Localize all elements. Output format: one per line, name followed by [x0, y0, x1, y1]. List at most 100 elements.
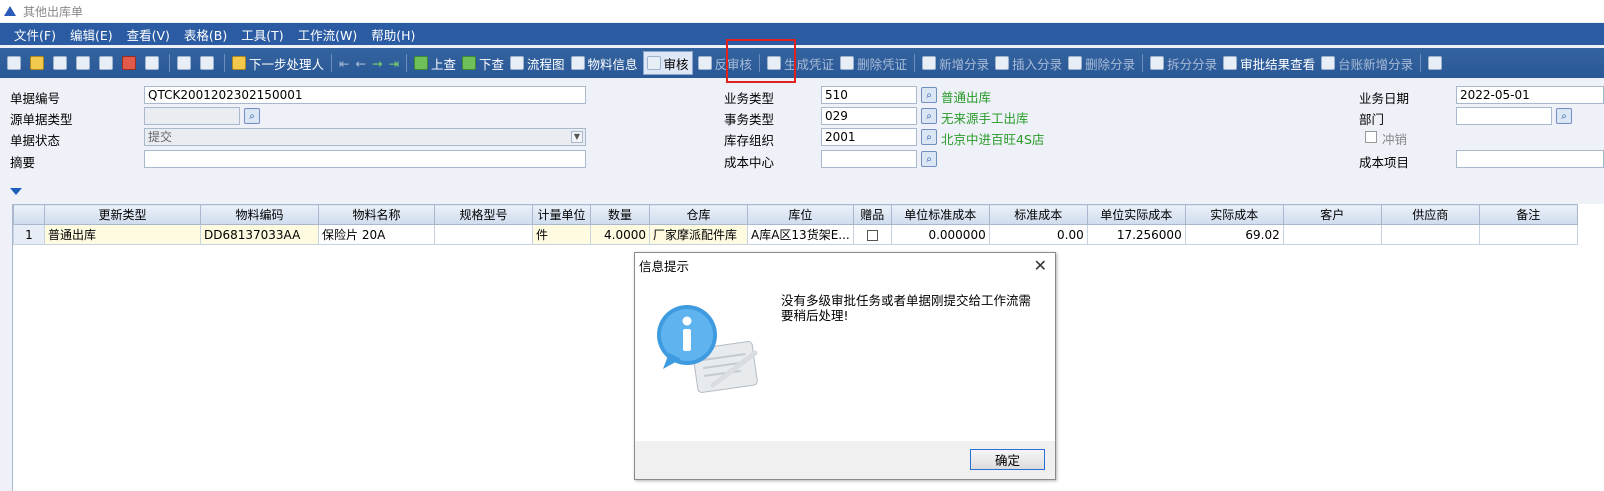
cell-material-code[interactable]: DD68137033AA — [200, 224, 319, 245]
cell-material-name[interactable]: 保险片 20A — [318, 224, 435, 245]
reverse-checkbox[interactable] — [1365, 131, 1377, 143]
col-header[interactable]: 实际成本 — [1184, 204, 1284, 225]
biz-type-lookup-icon[interactable]: ⌕ — [921, 87, 937, 103]
menu-file[interactable]: 文件(F) — [14, 25, 56, 44]
col-header[interactable]: 供应商 — [1380, 204, 1480, 225]
flowchart-button[interactable]: 流程图 — [507, 51, 568, 75]
menu-workflow[interactable]: 工作流(W) — [298, 25, 358, 44]
dept-lookup-icon[interactable]: ⌕ — [1556, 108, 1572, 124]
txn-type-field[interactable]: 029 — [821, 107, 917, 125]
delete-entry-button[interactable]: 删除分录 — [1065, 51, 1138, 75]
print-preview-icon — [200, 56, 214, 70]
audit-result-label: 审批结果查看 — [1240, 56, 1316, 72]
cost-center-lookup-icon[interactable]: ⌕ — [921, 151, 937, 167]
next-handler-button[interactable]: 下一步处理人 — [229, 51, 327, 75]
col-header[interactable]: 备注 — [1478, 204, 1578, 225]
cell-customer[interactable] — [1282, 224, 1382, 245]
menu-help[interactable]: 帮助(H) — [371, 25, 415, 44]
prev-check-button[interactable]: 上查 — [411, 51, 459, 75]
submit-button[interactable] — [73, 51, 96, 75]
unaudit-button[interactable]: 反审核 — [695, 51, 756, 75]
col-header[interactable]: 计量单位 — [532, 204, 591, 225]
col-header[interactable]: 单位标准成本 — [890, 204, 990, 225]
cell-unit-act-cost[interactable]: 17.256000 — [1086, 224, 1186, 245]
table-row[interactable]: 1 普通出库 DD68137033AA 保险片 20A 件 4.0000 厂家摩… — [13, 224, 1578, 245]
col-header[interactable]: 数量 — [590, 204, 650, 225]
last-record-button[interactable]: ⇥ — [385, 51, 401, 75]
ok-button[interactable]: 确定 — [970, 449, 1045, 470]
cell-act-cost[interactable]: 69.02 — [1184, 224, 1284, 245]
split-entry-button[interactable]: 拆分分录 — [1147, 51, 1220, 75]
menu-tools[interactable]: 工具(T) — [241, 25, 283, 44]
close-icon[interactable]: ✕ — [1034, 256, 1047, 275]
dept-field[interactable] — [1456, 107, 1552, 125]
cell-supplier[interactable] — [1380, 224, 1480, 245]
next-record-button[interactable]: → — [369, 51, 385, 75]
cell-qty[interactable]: 4.0000 — [590, 224, 650, 245]
src-type-field[interactable] — [144, 107, 240, 125]
print-button[interactable] — [174, 51, 197, 75]
txn-type-lookup-icon[interactable]: ⌕ — [921, 108, 937, 124]
menu-table[interactable]: 表格(B) — [184, 25, 227, 44]
gift-checkbox[interactable] — [866, 229, 878, 241]
summary-field[interactable] — [144, 150, 586, 168]
doc-no-field[interactable]: QTCK2001202302150001 — [144, 86, 586, 104]
biz-date-field[interactable]: 2022-05-01 — [1456, 86, 1604, 104]
cell-gift[interactable] — [852, 224, 892, 245]
cell-spec[interactable] — [434, 224, 533, 245]
col-header[interactable]: 物料名称 — [318, 204, 435, 225]
next-check-button[interactable]: 下查 — [459, 51, 507, 75]
src-type-lookup-icon[interactable]: ⌕ — [244, 108, 260, 124]
cost-item-field[interactable] — [1456, 150, 1604, 168]
audit-button[interactable]: 审核 — [642, 51, 693, 75]
grid-header-row: 更新类型 物料编码 物料名称 规格型号 计量单位 数量 仓库 库位 赠品 单位标… — [13, 204, 1578, 225]
cell-warehouse[interactable]: 厂家摩派配件库 — [649, 224, 748, 245]
copy-button[interactable] — [96, 51, 119, 75]
row-number-header — [13, 204, 45, 225]
cell-update-type[interactable]: 普通出库 — [44, 224, 201, 245]
submit-icon — [76, 56, 90, 70]
col-header[interactable]: 更新类型 — [44, 204, 201, 225]
save-button[interactable] — [50, 51, 73, 75]
cell-unit[interactable]: 件 — [532, 224, 591, 245]
more-icon — [1428, 56, 1443, 70]
cell-location[interactable]: A库A区13货架E... — [747, 224, 854, 245]
new-button[interactable] — [4, 51, 27, 75]
print-preview-button[interactable] — [197, 51, 220, 75]
cell-std-cost[interactable]: 0.00 — [988, 224, 1088, 245]
audit-result-button[interactable]: 审批结果查看 — [1220, 51, 1318, 75]
menu-edit[interactable]: 编辑(E) — [70, 25, 113, 44]
ledger-add-button[interactable]: 台账新增分录 — [1318, 51, 1416, 75]
col-header[interactable]: 单位实际成本 — [1086, 204, 1186, 225]
cell-unit-std-cost[interactable]: 0.000000 — [890, 224, 990, 245]
stock-org-field[interactable]: 2001 — [821, 128, 917, 146]
prev-record-button[interactable]: ← — [353, 51, 369, 75]
attachment-button[interactable] — [142, 51, 165, 75]
col-header[interactable]: 物料编码 — [200, 204, 319, 225]
col-header[interactable]: 标准成本 — [988, 204, 1088, 225]
add-entry-button[interactable]: 新增分录 — [919, 51, 992, 75]
del-voucher-button[interactable]: 删除凭证 — [837, 51, 910, 75]
chevron-down-icon[interactable]: ▼ — [571, 131, 583, 143]
stock-org-lookup-icon[interactable]: ⌕ — [921, 129, 937, 145]
edit-button[interactable] — [27, 51, 50, 75]
menu-view[interactable]: 查看(V) — [127, 25, 170, 44]
first-record-button[interactable]: ⇤ — [336, 51, 352, 75]
txn-type-name: 无来源手工出库 — [941, 111, 1029, 126]
material-info-button[interactable]: 物料信息 — [568, 51, 641, 75]
col-header[interactable]: 规格型号 — [434, 204, 533, 225]
biz-type-name: 普通出库 — [941, 90, 992, 105]
biz-type-field[interactable]: 510 — [821, 86, 917, 104]
cost-center-field[interactable] — [821, 150, 917, 168]
col-header[interactable]: 客户 — [1282, 204, 1382, 225]
cell-remark[interactable] — [1478, 224, 1578, 245]
col-header[interactable]: 库位 — [747, 204, 854, 225]
insert-entry-button[interactable]: 插入分录 — [992, 51, 1065, 75]
gen-voucher-button[interactable]: 生成凭证 — [764, 51, 837, 75]
collapse-toggle[interactable] — [10, 182, 46, 200]
col-header[interactable]: 赠品 — [852, 204, 892, 225]
delete-button[interactable] — [119, 51, 142, 75]
status-field[interactable]: 提交 ▼ — [144, 128, 586, 146]
more-button[interactable] — [1425, 51, 1448, 75]
col-header[interactable]: 仓库 — [649, 204, 748, 225]
